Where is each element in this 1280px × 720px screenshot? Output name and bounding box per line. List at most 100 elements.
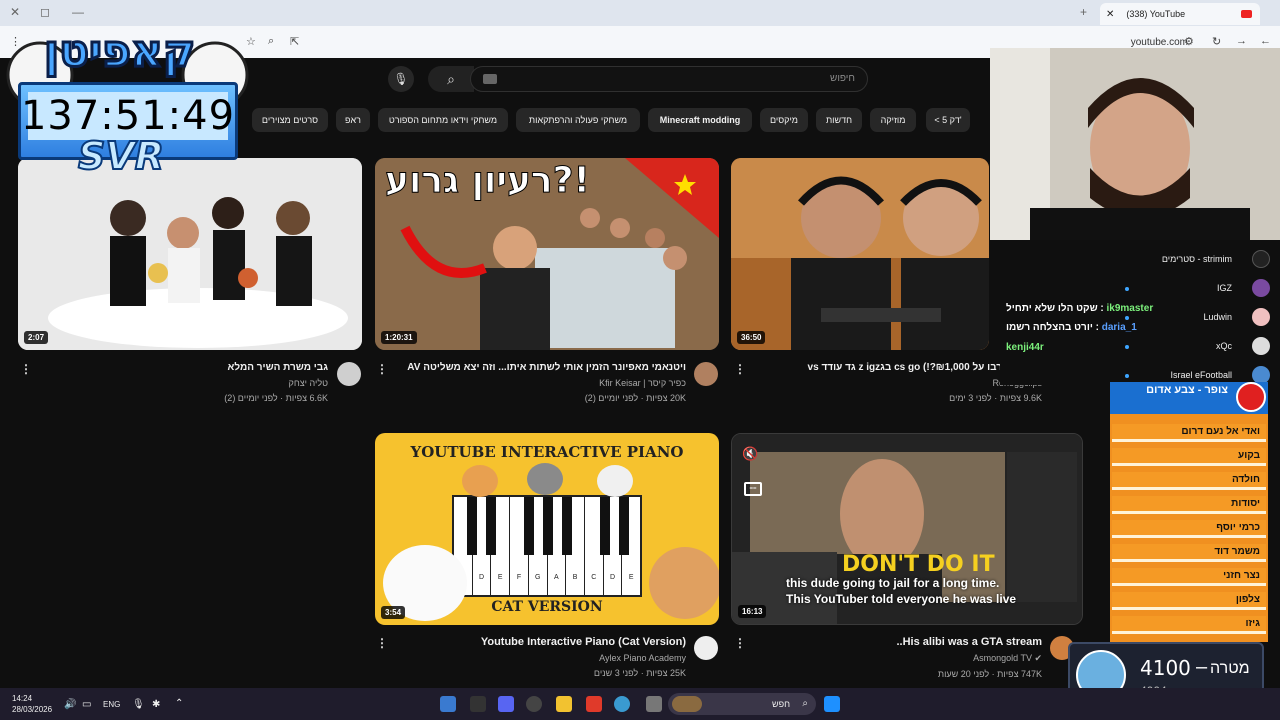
chip-under-5-min[interactable]: < 5 דק'	[926, 108, 970, 132]
video-stats: 25K צפיות · לפני 3 שנים	[593, 668, 686, 678]
video-title[interactable]: (הם התערבו על ₪1,000?!) cs go בגz igz גד…	[750, 362, 1042, 373]
back-icon[interactable]: ←	[1260, 35, 1271, 47]
file-explorer-icon[interactable]	[556, 696, 572, 712]
alert-row: כרמי יוסף	[1112, 520, 1266, 538]
chip-minecraft-modding[interactable]: Minecraft modding	[648, 108, 752, 132]
new-tab-icon[interactable]: +	[1080, 5, 1087, 19]
share-icon[interactable]: ⇱	[290, 35, 299, 48]
video-title[interactable]: Youtube Interactive Piano (Cat Version)	[398, 636, 686, 648]
keyboard-icon[interactable]	[483, 74, 497, 84]
video-meta-gabi: גבי משרת השיר המלא טליה יצחק 6.6K צפיות …	[40, 362, 328, 403]
close-window-icon[interactable]: ✕	[10, 5, 20, 19]
more-options-icon[interactable]: ⋮	[734, 636, 746, 650]
thumbnail-text: רעיון גרוע?!	[385, 160, 591, 202]
chrome-icon[interactable]	[614, 696, 630, 712]
video-title[interactable]: גבי משרת השיר המלא	[40, 362, 328, 373]
alert-row: בקוע	[1112, 448, 1266, 466]
chip-action-adventure[interactable]: משחקי פעולה והרפתקאות	[516, 108, 640, 132]
streamer-logo: קאפיטן	[42, 25, 196, 79]
chat-message: שקט הלו שלא יתחיל : ik9master	[1006, 303, 1154, 314]
taskbar-search-label: חפש	[772, 699, 790, 709]
chevron-up-icon[interactable]: ⌃	[175, 698, 183, 709]
video-title[interactable]: His alibi was a GTA stream..	[750, 636, 1042, 648]
forward-icon[interactable]: →	[1236, 35, 1247, 47]
channel-avatar[interactable]	[694, 636, 718, 660]
zoom-icon[interactable]: ⌕	[268, 35, 274, 48]
more-options-icon[interactable]: ⋮	[20, 362, 32, 376]
webcam-feed	[990, 48, 1280, 240]
voice-search-icon[interactable]: 🎙	[388, 66, 414, 92]
channel-avatar[interactable]	[337, 362, 361, 386]
calculator-icon[interactable]	[440, 696, 456, 712]
video-thumbnail-gabi[interactable]: 2:07	[18, 158, 362, 350]
more-options-icon[interactable]: ⋮	[734, 362, 746, 376]
channel-name[interactable]: טליה יצחק	[40, 378, 328, 388]
sub-item-igz[interactable]: IGZ	[1120, 279, 1270, 297]
channel-name[interactable]: ✔ Asmongold TV	[750, 653, 1042, 664]
video-duration: 3:54	[381, 606, 406, 619]
search-input[interactable]: חיפוש	[470, 66, 868, 92]
video-title[interactable]: ויטנאמי מאפיונר הזמין אותי לשתות איתו...…	[398, 362, 686, 373]
video-thumbnail-vietnam[interactable]: רעיון גרוע?! 1:20:31	[375, 158, 719, 350]
volume-icon[interactable]: 🔊	[64, 699, 76, 710]
alert-row: נצר חזני	[1112, 568, 1266, 586]
captions-icon[interactable]: ==	[744, 482, 762, 496]
site-settings-icon[interactable]: ⚙	[1184, 35, 1194, 48]
mic-icon[interactable]: 🎙	[132, 699, 145, 710]
tab-youtube[interactable]: ✕ (338) YouTube	[1100, 3, 1260, 25]
chip-sports-games[interactable]: משחקי וידאו מתחום הספורט	[378, 108, 508, 132]
thumbnail-art	[18, 158, 362, 350]
chip-mixes[interactable]: מיקסים	[760, 108, 808, 132]
video-meta-piano: Youtube Interactive Piano (Cat Version) …	[398, 636, 686, 678]
language-indicator[interactable]: ENG	[103, 700, 120, 709]
live-dot-icon	[1125, 374, 1129, 378]
video-thumbnail-cs[interactable]: 36:50	[731, 158, 989, 350]
more-options-icon[interactable]: ⋮	[376, 362, 388, 376]
more-options-icon[interactable]: ⋮	[376, 636, 388, 650]
minimize-icon[interactable]: —	[72, 5, 84, 19]
subathon-timer: 137:51:49	[20, 92, 236, 140]
network-icon[interactable]: ▭	[82, 699, 91, 710]
youtube-favicon-icon	[1241, 10, 1252, 18]
thumbnail-art	[731, 158, 989, 350]
app-icon[interactable]	[586, 696, 602, 712]
thumbnail-text: DON'T DO IT	[842, 552, 995, 577]
alert-row: חולדה	[1112, 472, 1266, 490]
chip-news[interactable]: חדשות	[816, 108, 862, 132]
video-stats: 20K צפיות · לפני יומיים (2)	[584, 393, 686, 403]
goal-dash: –	[1196, 656, 1208, 678]
clock-time[interactable]: 14:24	[12, 694, 32, 703]
mute-icon[interactable]: 🔇	[742, 446, 758, 462]
screen: ✕ ◻ — + ✕ (338) YouTube ⋮ ☆ ⌕ ⇱ youtube.…	[0, 0, 1280, 720]
video-stats: 6.6K צפיות · לפני יומיים (2)	[224, 393, 328, 403]
channel-name[interactable]: Roneggclips	[750, 378, 1042, 388]
alert-row: גיזו	[1112, 616, 1266, 634]
clock-date[interactable]: 28/03/2026	[12, 705, 52, 714]
windows-start-icon[interactable]	[824, 696, 840, 712]
sub-item-israel-efootball[interactable]: Israel eFootball	[1120, 366, 1270, 384]
channel-avatar	[1252, 279, 1270, 297]
channel-name[interactable]: כפיר קיסר | Kfir Keisar	[398, 378, 686, 388]
app-icon[interactable]	[646, 696, 662, 712]
video-thumbnail-piano[interactable]: YOUTUBE INTERACTIVE PIANO C D E F G A B …	[375, 433, 719, 625]
maximize-icon[interactable]: ◻	[40, 5, 50, 19]
search-button[interactable]: ⌕	[428, 66, 474, 92]
video-duration: 36:50	[737, 331, 766, 344]
url-text[interactable]: youtube.com	[1131, 37, 1188, 48]
channel-avatar[interactable]	[694, 362, 718, 386]
channel-name[interactable]: Aylex Piano Academy	[398, 653, 686, 663]
video-stats: 747K צפיות · לפני 20 שעות	[937, 669, 1042, 679]
media-player-icon[interactable]	[526, 696, 542, 712]
bluetooth-icon[interactable]: ✱	[152, 699, 160, 710]
alert-row: צלפון	[1112, 592, 1266, 610]
chip-cartoons[interactable]: סרטים מצוירים	[252, 108, 328, 132]
sub-item-xqc[interactable]: xQc	[1120, 337, 1270, 355]
taskbar-search[interactable]: חפש ⌕	[668, 693, 816, 715]
discord-icon[interactable]	[498, 696, 514, 712]
close-tab-icon[interactable]: ✕	[1106, 9, 1114, 20]
reload-icon[interactable]: ↻	[1212, 35, 1221, 48]
sub-item-strimim[interactable]: סטרימים - strimim	[1120, 250, 1270, 268]
app-icon[interactable]	[470, 696, 486, 712]
chip-music[interactable]: מוזיקה	[870, 108, 916, 132]
chip-rap[interactable]: ראפ	[336, 108, 370, 132]
